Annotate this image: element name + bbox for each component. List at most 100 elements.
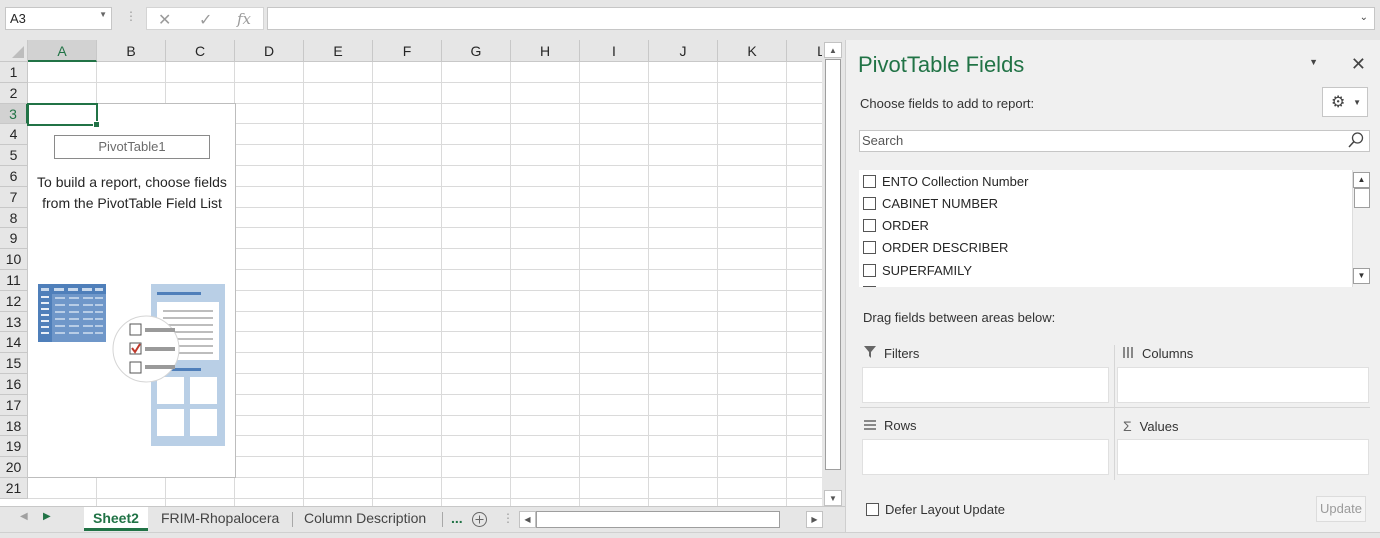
row-header-15[interactable]: 15: [0, 353, 28, 374]
row-header-20[interactable]: 20: [0, 457, 28, 478]
column-header-l[interactable]: L: [787, 40, 822, 62]
field-item[interactable]: ORDER DESCRIBER: [863, 237, 1008, 259]
columns-drop-area[interactable]: [1117, 367, 1369, 403]
tab-frim-rhopalocera[interactable]: FRIM-Rhopalocera: [152, 507, 288, 531]
horizontal-scrollbar[interactable]: ◀ ▶: [519, 511, 825, 528]
field-item-partial[interactable]: [863, 282, 882, 287]
row-header-5[interactable]: 5: [0, 145, 28, 166]
row-header-17[interactable]: 17: [0, 394, 28, 416]
values-drop-area[interactable]: [1117, 439, 1369, 475]
row-header-9[interactable]: 9: [0, 228, 28, 250]
column-header-e[interactable]: E: [304, 40, 373, 62]
grid-column-line: [579, 62, 580, 506]
field-checkbox[interactable]: [863, 241, 876, 255]
active-cell[interactable]: [27, 103, 100, 128]
filters-area-label: Filters: [864, 346, 919, 361]
column-header-b[interactable]: B: [97, 40, 166, 62]
row-header-4[interactable]: 4: [0, 124, 28, 146]
tab-sheet2[interactable]: Sheet2: [84, 507, 148, 531]
grid-row-line: [28, 81, 822, 83]
column-header-d[interactable]: D: [235, 40, 304, 62]
field-list-scrollbar[interactable]: ▲ ▼: [1352, 170, 1370, 287]
row-header-21[interactable]: 21: [0, 478, 28, 499]
field-label: ORDER DESCRIBER: [882, 240, 1009, 256]
scroll-left-icon[interactable]: ◀: [519, 511, 536, 528]
pivot-table-placeholder[interactable]: PivotTable1 To build a report, choose fi…: [28, 103, 236, 478]
scroll-right-icon[interactable]: ▶: [806, 511, 823, 528]
scroll-up-icon[interactable]: ▲: [1353, 172, 1370, 188]
row-header-7[interactable]: 7: [0, 186, 28, 208]
sheet-tab-bar: ◀ ▶ Sheet2 FRIM-Rhopalocera Column Descr…: [0, 506, 845, 532]
field-item[interactable]: CABINET NUMBER: [863, 192, 998, 214]
row-header-1[interactable]: 1: [0, 62, 28, 83]
scroll-down-icon[interactable]: ▼: [1353, 268, 1370, 284]
scrollbar-thumb[interactable]: [536, 511, 780, 528]
field-checkbox[interactable]: [863, 219, 876, 233]
column-header-c[interactable]: C: [166, 40, 235, 62]
choose-fields-label: Choose fields to add to report:: [860, 96, 1035, 111]
more-vertical-icon[interactable]: ⋮: [502, 511, 514, 525]
field-item[interactable]: ORDER: [863, 215, 929, 237]
tab-column-description[interactable]: Column Description: [295, 507, 435, 531]
row-header-12[interactable]: 12: [0, 290, 28, 312]
scrollbar-thumb[interactable]: [1354, 188, 1370, 208]
row-header-2[interactable]: 2: [0, 82, 28, 104]
chevron-down-icon[interactable]: ⌄: [1360, 12, 1368, 23]
field-checkbox[interactable]: [863, 196, 876, 210]
vertical-scrollbar[interactable]: ▲ ▼: [824, 42, 842, 506]
spreadsheet-grid[interactable]: ABCDEFGHIJKL 1 2 3 4 5 6 7 8 9 10 11 12 13 14 15 16 17 18…: [0, 40, 822, 506]
function-icon[interactable]: fx: [237, 10, 251, 28]
row-header-8[interactable]: 8: [0, 207, 28, 229]
formula-input[interactable]: ⌄: [267, 7, 1375, 30]
defer-layout-checkbox[interactable]: [866, 503, 879, 516]
filter-icon: [864, 346, 876, 361]
scrollbar-thumb[interactable]: [825, 59, 841, 470]
field-checkbox[interactable]: [863, 174, 876, 188]
row-header-11[interactable]: 11: [0, 270, 28, 291]
column-header-a[interactable]: A: [28, 40, 97, 62]
more-tabs-button[interactable]: ...: [442, 507, 472, 531]
row-header-13[interactable]: 13: [0, 311, 28, 333]
scroll-up-icon[interactable]: ▲: [824, 42, 842, 58]
rows-drop-area[interactable]: [862, 439, 1109, 475]
name-box[interactable]: A3 ▼: [5, 7, 112, 30]
chevron-down-icon[interactable]: ▼: [1309, 57, 1318, 67]
field-checkbox[interactable]: [863, 263, 876, 277]
field-item[interactable]: ENTO Collection Number: [863, 170, 1028, 192]
scroll-down-icon[interactable]: ▼: [824, 490, 842, 506]
defer-layout-option[interactable]: Defer Layout Update: [866, 502, 1005, 517]
row-header-19[interactable]: 19: [0, 436, 28, 458]
search-input[interactable]: Search: [859, 130, 1370, 152]
row-header-10[interactable]: 10: [0, 249, 28, 270]
column-header-j[interactable]: J: [649, 40, 718, 62]
row-header-6[interactable]: 6: [0, 166, 28, 187]
cancel-icon[interactable]: ✕: [158, 10, 171, 30]
add-sheet-icon[interactable]: [471, 511, 488, 528]
field-item[interactable]: SUPERFAMILY: [863, 259, 972, 281]
row-header-18[interactable]: 18: [0, 415, 28, 437]
search-placeholder: Search: [862, 133, 904, 148]
close-icon[interactable]: ✕: [1351, 54, 1366, 75]
column-header-h[interactable]: H: [511, 40, 580, 62]
select-all-corner[interactable]: [0, 40, 28, 62]
tab-next-icon[interactable]: ▶: [43, 511, 51, 522]
filters-drop-area[interactable]: [862, 367, 1109, 403]
enter-icon[interactable]: ✓: [199, 10, 212, 30]
field-checkbox[interactable]: [863, 286, 876, 287]
grid-column-line: [717, 62, 718, 506]
column-header-k[interactable]: K: [718, 40, 787, 62]
tab-prev-icon[interactable]: ◀: [20, 511, 28, 522]
area-divider: [1114, 345, 1115, 480]
row-header-3[interactable]: 3: [0, 103, 28, 125]
row-header-14[interactable]: 14: [0, 332, 28, 354]
drag-fields-label: Drag fields between areas below:: [863, 310, 1056, 325]
update-button[interactable]: Update: [1316, 496, 1366, 522]
column-header-f[interactable]: F: [373, 40, 442, 62]
row-header-16[interactable]: 16: [0, 374, 28, 395]
column-header-g[interactable]: G: [442, 40, 511, 62]
search-icon[interactable]: [1347, 131, 1365, 149]
chevron-down-icon[interactable]: ▼: [99, 10, 107, 19]
column-header-i[interactable]: I: [580, 40, 649, 62]
sigma-icon: Σ: [1123, 418, 1132, 434]
tools-button[interactable]: ⚙ ▼: [1322, 87, 1368, 117]
